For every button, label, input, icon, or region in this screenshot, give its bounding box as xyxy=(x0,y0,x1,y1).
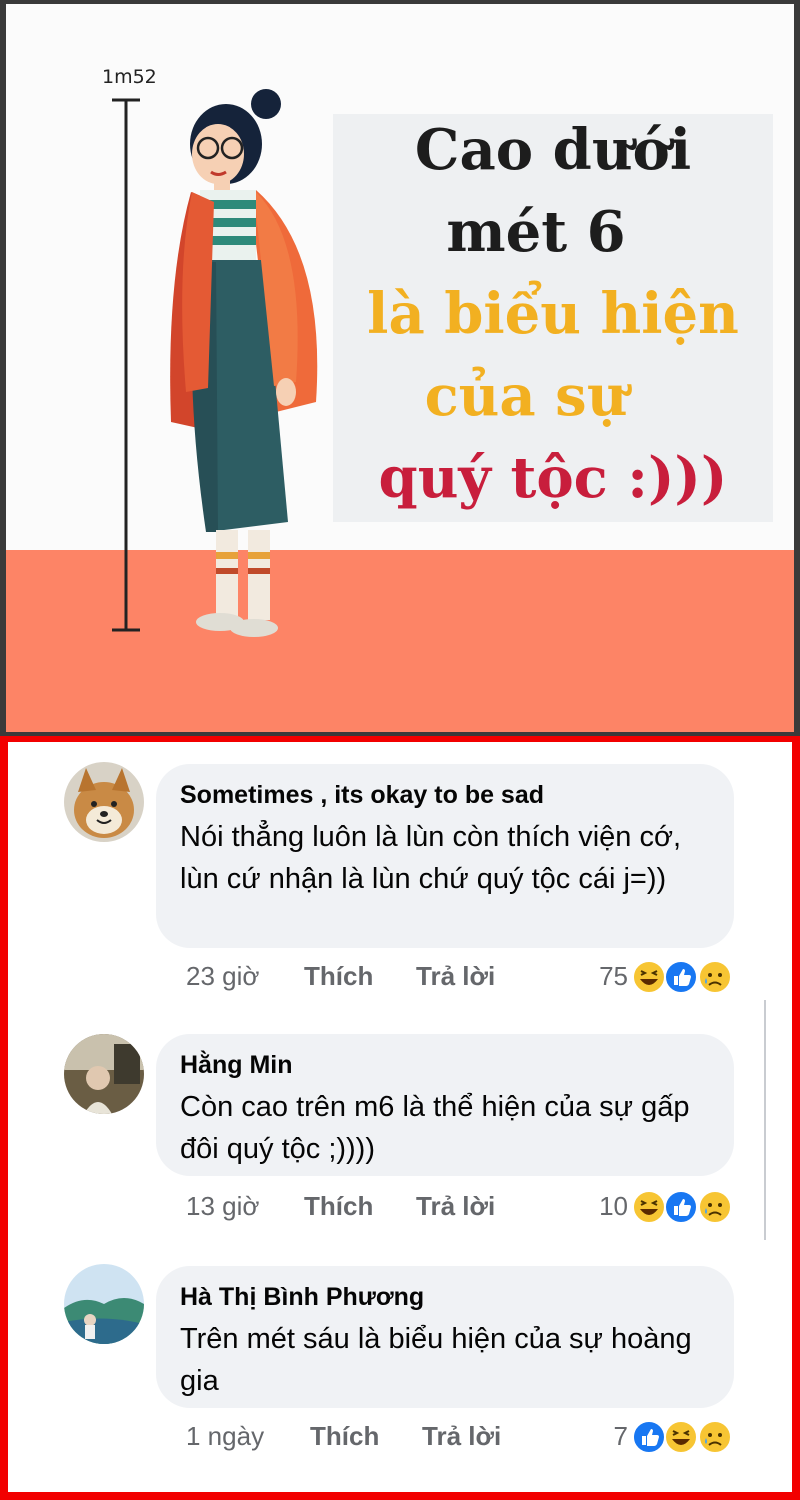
comment-bubble: Hà Thị Bình Phương Trên mét sáu là biểu … xyxy=(156,1266,734,1408)
reaction-icons[interactable] xyxy=(632,1420,740,1454)
height-label: 1m52 xyxy=(102,66,157,88)
haha-icon xyxy=(664,1420,698,1454)
comment-bubble: Hằng Min Còn cao trên m6 là thể hiện của… xyxy=(156,1034,734,1176)
thread-line xyxy=(764,1000,766,1240)
comment-bubble: Sometimes , its okay to be sad Nói thẳng… xyxy=(156,764,734,948)
meme-canvas: 1m52 Cao dưới mét 6 là biểu hiện của sự … xyxy=(6,4,794,732)
comment-actions: 1 ngày Thích Trả lời 7 xyxy=(180,1416,740,1456)
meme-line-5: quý tộc :))) xyxy=(378,445,728,511)
sad-icon xyxy=(698,1190,732,1224)
meme-line-3: là biểu hiện xyxy=(367,281,739,347)
sad-icon xyxy=(698,960,732,994)
comment-time[interactable]: 23 giờ xyxy=(186,956,259,996)
like-icon xyxy=(664,1190,698,1224)
haha-icon xyxy=(632,1190,666,1224)
reaction-count[interactable]: 7 xyxy=(614,1416,628,1456)
meme-image: 1m52 Cao dưới mét 6 là biểu hiện của sự … xyxy=(0,0,800,736)
haha-icon xyxy=(632,960,666,994)
comment-text: Trên mét sáu là biểu hiện của sự hoàng g… xyxy=(180,1323,692,1397)
avatar[interactable] xyxy=(64,762,144,842)
meme-line-1: Cao dưới xyxy=(414,117,692,183)
reaction-count[interactable]: 75 xyxy=(599,956,628,996)
woman-illustration xyxy=(170,89,318,637)
like-button[interactable]: Thích xyxy=(310,1416,379,1456)
reaction-icons[interactable] xyxy=(632,1190,740,1224)
like-icon xyxy=(664,960,698,994)
avatar[interactable] xyxy=(64,1034,144,1114)
reply-button[interactable]: Trả lời xyxy=(422,1416,501,1456)
user-photo-icon xyxy=(64,1264,144,1344)
like-button[interactable]: Thích xyxy=(304,1186,373,1226)
reaction-count[interactable]: 10 xyxy=(599,1186,628,1226)
comment-text: Nói thẳng luôn là lùn còn thích viện cớ,… xyxy=(180,821,682,895)
sad-icon xyxy=(698,1420,732,1454)
shiba-avatar-icon xyxy=(64,762,144,842)
comment-actions: 23 giờ Thích Trả lời 75 xyxy=(180,956,740,996)
comments-panel: Sometimes , its okay to be sad Nói thẳng… xyxy=(0,736,800,1500)
avatar[interactable] xyxy=(64,1264,144,1344)
comment-text: Còn cao trên m6 là thể hiện của sự gấp đ… xyxy=(180,1091,690,1165)
comment-author[interactable]: Hằng Min xyxy=(180,1048,710,1082)
meme-line-4: của sự xyxy=(424,363,628,429)
like-button[interactable]: Thích xyxy=(304,956,373,996)
height-ruler xyxy=(112,98,140,632)
comment-actions: 13 giờ Thích Trả lời 10 xyxy=(180,1186,740,1226)
meme-line-2: mét 6 xyxy=(446,199,626,265)
reaction-icons[interactable] xyxy=(632,960,740,994)
comment-time[interactable]: 13 giờ xyxy=(186,1186,259,1226)
comment-author[interactable]: Hà Thị Bình Phương xyxy=(180,1280,710,1314)
reply-button[interactable]: Trả lời xyxy=(416,1186,495,1226)
reply-button[interactable]: Trả lời xyxy=(416,956,495,996)
comment-author[interactable]: Sometimes , its okay to be sad xyxy=(180,778,710,812)
comment-time[interactable]: 1 ngày xyxy=(186,1416,264,1456)
like-icon xyxy=(632,1420,666,1454)
user-photo-icon xyxy=(64,1034,144,1114)
